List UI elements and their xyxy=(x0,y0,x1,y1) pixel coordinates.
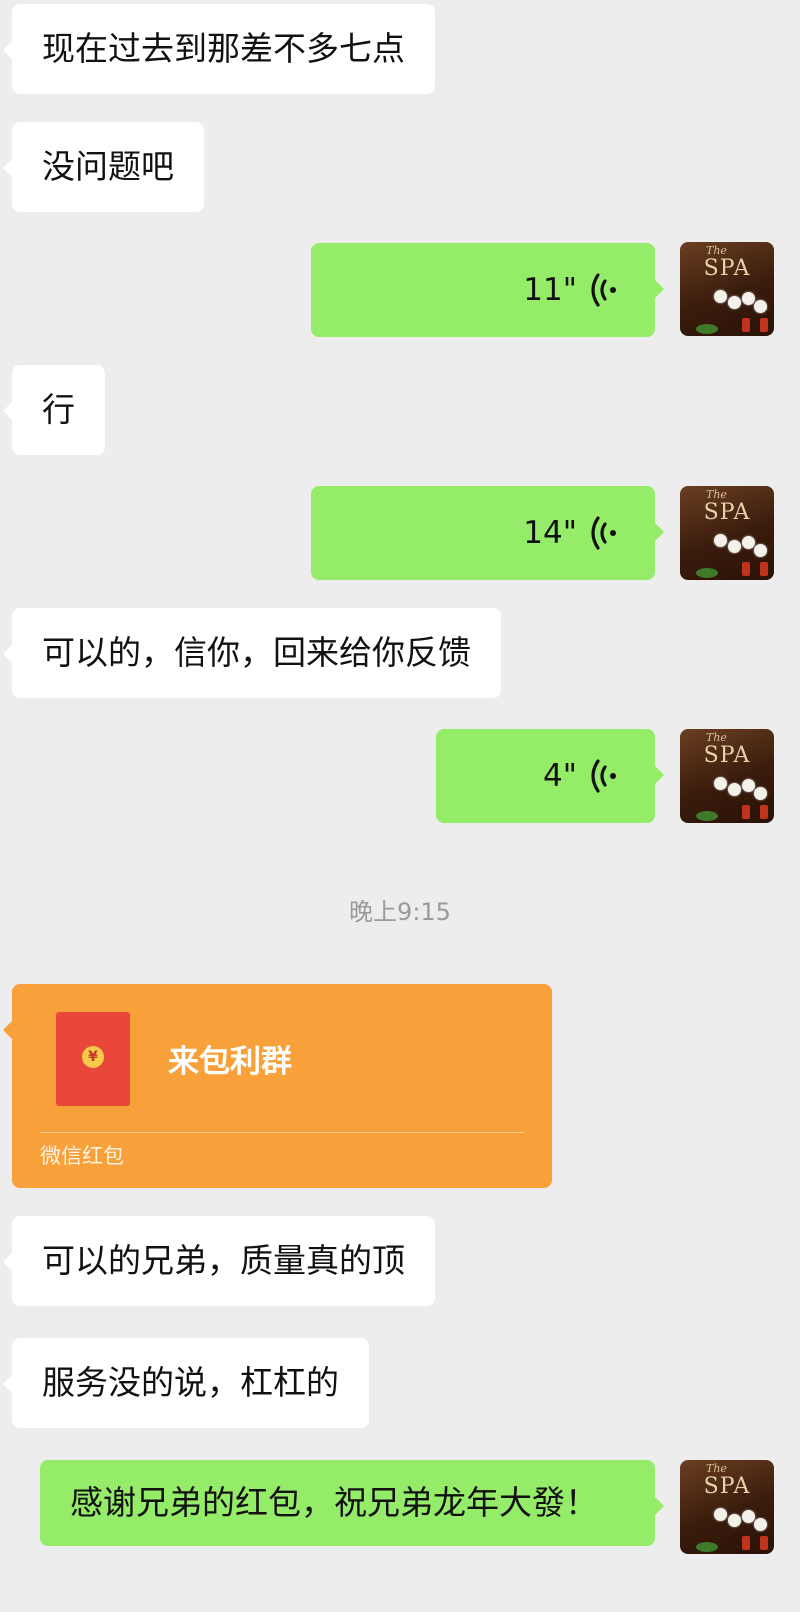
incoming-message[interactable]: 没问题吧 xyxy=(3,122,204,212)
flower-icon xyxy=(742,292,755,305)
flower-icon xyxy=(728,783,741,796)
leaf-icon xyxy=(696,324,718,334)
message-timestamp: 晚上9:15 xyxy=(349,898,451,926)
candle-icon xyxy=(742,1536,750,1550)
message-text: 没问题吧 xyxy=(42,147,174,186)
avatar-brand-text: SPA xyxy=(703,500,751,525)
incoming-message[interactable]: 现在过去到那差不多七点 xyxy=(3,4,435,94)
avatar-brand-text: SPA xyxy=(703,1474,751,1499)
divider xyxy=(40,1132,524,1133)
candle-icon xyxy=(742,562,750,576)
candle-icon xyxy=(760,1536,768,1550)
outgoing-voice-message[interactable]: 4" xyxy=(436,729,664,823)
voice-duration: 14" xyxy=(523,515,577,551)
red-packet-title: 来包利群 xyxy=(168,1044,292,1080)
candle-icon xyxy=(742,805,750,819)
flower-icon xyxy=(728,296,741,309)
voice-wave-icon xyxy=(591,273,616,307)
candle-icon xyxy=(760,562,768,576)
voice-wave-icon xyxy=(591,759,616,793)
message-text: 感谢兄弟的红包，祝兄弟龙年大發！ xyxy=(70,1483,598,1522)
leaf-icon xyxy=(696,811,718,821)
yuan-coin-icon: ¥ xyxy=(82,1046,104,1068)
flower-icon xyxy=(714,777,727,790)
outgoing-message[interactable]: 感谢兄弟的红包，祝兄弟龙年大發！ xyxy=(40,1460,664,1546)
candle-icon xyxy=(760,318,768,332)
flower-icon xyxy=(742,1510,755,1523)
message-text: 可以的兄弟，质量真的顶 xyxy=(42,1241,405,1280)
outgoing-voice-message[interactable]: 11" xyxy=(311,243,664,337)
incoming-message[interactable]: 服务没的说，杠杠的 xyxy=(3,1338,369,1428)
flower-icon xyxy=(754,300,767,313)
leaf-icon xyxy=(696,568,718,578)
message-text: 服务没的说，杠杠的 xyxy=(42,1363,339,1402)
avatar-brand-text: SPA xyxy=(703,743,751,768)
avatar[interactable]: The SPA xyxy=(680,729,774,823)
candle-icon xyxy=(742,318,750,332)
red-envelope-icon: ¥ xyxy=(56,1012,130,1106)
message-text: 现在过去到那差不多七点 xyxy=(42,29,405,68)
flower-icon xyxy=(714,534,727,547)
incoming-message[interactable]: 可以的兄弟，质量真的顶 xyxy=(3,1216,435,1306)
voice-duration: 4" xyxy=(543,758,577,794)
flower-icon xyxy=(714,1508,727,1521)
incoming-message[interactable]: 行 xyxy=(3,365,105,455)
flower-icon xyxy=(754,787,767,800)
avatar[interactable]: The SPA xyxy=(680,486,774,580)
message-text: 可以的，信你，回来给你反馈 xyxy=(42,633,471,672)
avatar[interactable]: The SPA xyxy=(680,1460,774,1554)
voice-duration: 11" xyxy=(523,272,577,308)
flower-icon xyxy=(754,544,767,557)
leaf-icon xyxy=(696,1542,718,1552)
flower-icon xyxy=(742,536,755,549)
flower-icon xyxy=(754,1518,767,1531)
red-packet-label: 微信红包 xyxy=(40,1144,124,1168)
candle-icon xyxy=(760,805,768,819)
avatar[interactable]: The SPA xyxy=(680,242,774,336)
avatar-brand-text: SPA xyxy=(703,256,751,281)
red-packet-message[interactable]: ¥ 来包利群 微信红包 xyxy=(3,984,552,1188)
outgoing-voice-message[interactable]: 14" xyxy=(311,486,664,580)
flower-icon xyxy=(728,540,741,553)
flower-icon xyxy=(728,1514,741,1527)
flower-icon xyxy=(742,779,755,792)
incoming-message[interactable]: 可以的，信你，回来给你反馈 xyxy=(3,608,501,698)
voice-wave-icon xyxy=(591,516,616,550)
flower-icon xyxy=(714,290,727,303)
message-text: 行 xyxy=(42,390,75,429)
